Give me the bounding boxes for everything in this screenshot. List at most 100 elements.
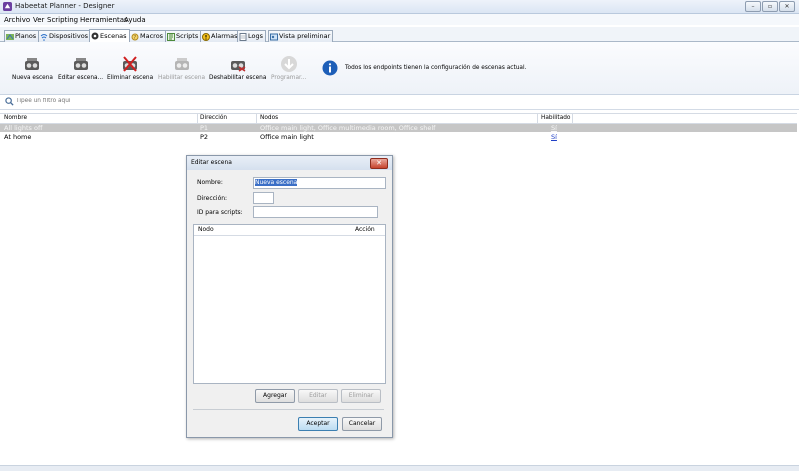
menu-bar: Archivo Ver Scripting Herramientas Ayuda xyxy=(0,14,799,25)
enable-scene-button[interactable]: Habilitar escena xyxy=(158,55,205,81)
log-icon xyxy=(239,32,247,41)
toolbar-label: Nueva escena xyxy=(12,75,53,81)
column-divider[interactable] xyxy=(572,114,573,123)
tab-vista-preliminar[interactable]: Vista preliminar xyxy=(268,30,334,42)
alarm-icon xyxy=(202,32,210,41)
cell-direccion: P2 xyxy=(200,133,209,141)
cell-direccion: P1 xyxy=(200,124,209,132)
toolbar-label: Eliminar escena xyxy=(107,75,154,81)
tab-label: Vista preliminar xyxy=(279,32,331,40)
dialog-close-button[interactable]: ✕ xyxy=(370,158,388,169)
menu-ver[interactable]: Ver xyxy=(33,16,44,24)
script-id-field[interactable] xyxy=(253,206,378,218)
macro-icon: ? xyxy=(131,33,139,41)
grid-header: Nombre Dirección Nodos Habilitado xyxy=(0,113,797,124)
preview-icon xyxy=(270,33,278,40)
cell-nombre: All lights off xyxy=(4,124,43,132)
delete-button[interactable]: Eliminar xyxy=(341,389,381,403)
toolbar-label: Habilitar escena xyxy=(158,75,206,81)
dialog-title-bar[interactable]: Editar escena ✕ xyxy=(187,156,392,170)
node-action-list[interactable]: Nodo Acción xyxy=(193,224,386,384)
info-message: Todos los endpoints tienen la configurac… xyxy=(322,60,526,76)
name-field-value: Nueva escena xyxy=(255,179,298,186)
column-header-nodo[interactable]: Nodo xyxy=(198,226,214,233)
tab-label: Dispositivos xyxy=(49,32,89,40)
toolbar-label: Programar... xyxy=(271,75,307,81)
address-label: Dirección: xyxy=(197,195,228,202)
column-header-accion[interactable]: Acción xyxy=(355,226,375,233)
program-button[interactable]: Programar... xyxy=(271,55,306,81)
address-field[interactable] xyxy=(253,192,274,204)
cell-nombre: At home xyxy=(4,133,32,141)
window-title: Habeetat Planner - Designer xyxy=(15,2,115,10)
menu-scripting[interactable]: Scripting xyxy=(47,16,78,24)
tab-label: Logs xyxy=(248,32,263,40)
menu-ayuda[interactable]: Ayuda xyxy=(124,16,146,24)
script-icon xyxy=(167,32,175,41)
tab-macros[interactable]: ? Macros xyxy=(129,30,167,42)
toolbar: Nueva escena Editar escena... Eliminar e… xyxy=(0,42,799,95)
tab-dispositivos[interactable]: Dispositivos xyxy=(38,30,92,42)
minimize-button[interactable]: – xyxy=(745,1,761,12)
new-scene-button[interactable]: Nueva escena xyxy=(12,55,53,81)
name-field[interactable]: Nueva escena xyxy=(253,177,386,189)
tab-label: Planos xyxy=(15,32,37,40)
add-button[interactable]: Agregar xyxy=(255,389,295,403)
column-header-nombre[interactable]: Nombre xyxy=(4,115,27,121)
tab-logs[interactable]: Logs xyxy=(237,30,266,42)
info-text: Todos los endpoints tienen la configurac… xyxy=(345,65,527,71)
cancel-button[interactable]: Cancelar xyxy=(342,417,382,431)
column-divider[interactable] xyxy=(256,114,257,123)
cell-nodos: Office main light, Office multimedia roo… xyxy=(260,124,436,132)
menu-herramientas[interactable]: Herramientas xyxy=(80,16,128,24)
scene-icon xyxy=(91,32,99,40)
tab-label: Alarmas xyxy=(211,32,238,40)
wifi-icon xyxy=(40,33,48,41)
close-icon: ✕ xyxy=(376,159,382,167)
tab-scripts[interactable]: Scripts xyxy=(165,30,202,42)
app-logo-icon xyxy=(3,2,12,11)
menu-archivo[interactable]: Archivo xyxy=(4,16,30,24)
filter-input[interactable] xyxy=(16,96,791,106)
cell-nodos: Office main light xyxy=(260,133,314,141)
delete-scene-button[interactable]: Eliminar escena xyxy=(107,55,153,81)
map-icon xyxy=(6,33,14,40)
cell-habilitado-link[interactable]: Sí xyxy=(551,124,557,132)
tab-label: Scripts xyxy=(176,32,199,40)
new-scene-icon xyxy=(25,58,40,70)
tab-label: Escenas xyxy=(100,31,127,40)
accept-button[interactable]: Aceptar xyxy=(298,417,338,431)
status-bar xyxy=(0,465,799,471)
cell-habilitado-link[interactable]: Sí xyxy=(551,133,557,141)
divider xyxy=(193,409,384,410)
tab-escenas[interactable]: Escenas xyxy=(89,29,130,42)
table-row[interactable]: All lights off P1 Office main light, Off… xyxy=(0,124,797,132)
tab-bar: Planos Dispositivos Escenas ? Macros Scr… xyxy=(0,27,799,42)
edit-scene-dialog: Editar escena ✕ Nombre: Nueva escena Dir… xyxy=(186,155,393,438)
tab-alarmas[interactable]: Alarmas xyxy=(200,30,241,42)
edit-scene-button[interactable]: Editar escena... xyxy=(58,55,103,81)
disable-scene-button[interactable]: Deshabilitar escena xyxy=(209,55,266,81)
dialog-title: Editar escena xyxy=(191,159,232,166)
scenes-grid: Nombre Dirección Nodos Habilitado All li… xyxy=(0,113,797,465)
column-header-habilitado[interactable]: Habilitado xyxy=(541,115,570,121)
enable-scene-icon xyxy=(174,58,189,70)
close-window-button[interactable]: ✕ xyxy=(779,1,795,12)
table-row[interactable]: At home P2 Office main light Sí xyxy=(0,133,797,141)
column-header-nodos[interactable]: Nodos xyxy=(260,115,278,121)
maximize-button[interactable]: ▫ xyxy=(762,1,778,12)
title-bar: Habeetat Planner - Designer – ▫ ✕ xyxy=(0,0,799,14)
search-icon xyxy=(5,97,14,106)
edit-scene-icon xyxy=(73,58,88,70)
column-divider[interactable] xyxy=(197,114,198,123)
filter-bar xyxy=(0,95,799,110)
tab-planos[interactable]: Planos xyxy=(4,30,40,42)
download-arrow-icon xyxy=(280,56,297,72)
column-header-direccion[interactable]: Dirección xyxy=(200,115,227,121)
svg-text:?: ? xyxy=(134,35,137,41)
name-label: Nombre: xyxy=(197,179,223,186)
edit-button[interactable]: Editar xyxy=(298,389,338,403)
script-id-label: ID para scripts: xyxy=(197,209,243,216)
column-divider[interactable] xyxy=(537,114,538,123)
delete-scene-icon xyxy=(123,56,138,72)
